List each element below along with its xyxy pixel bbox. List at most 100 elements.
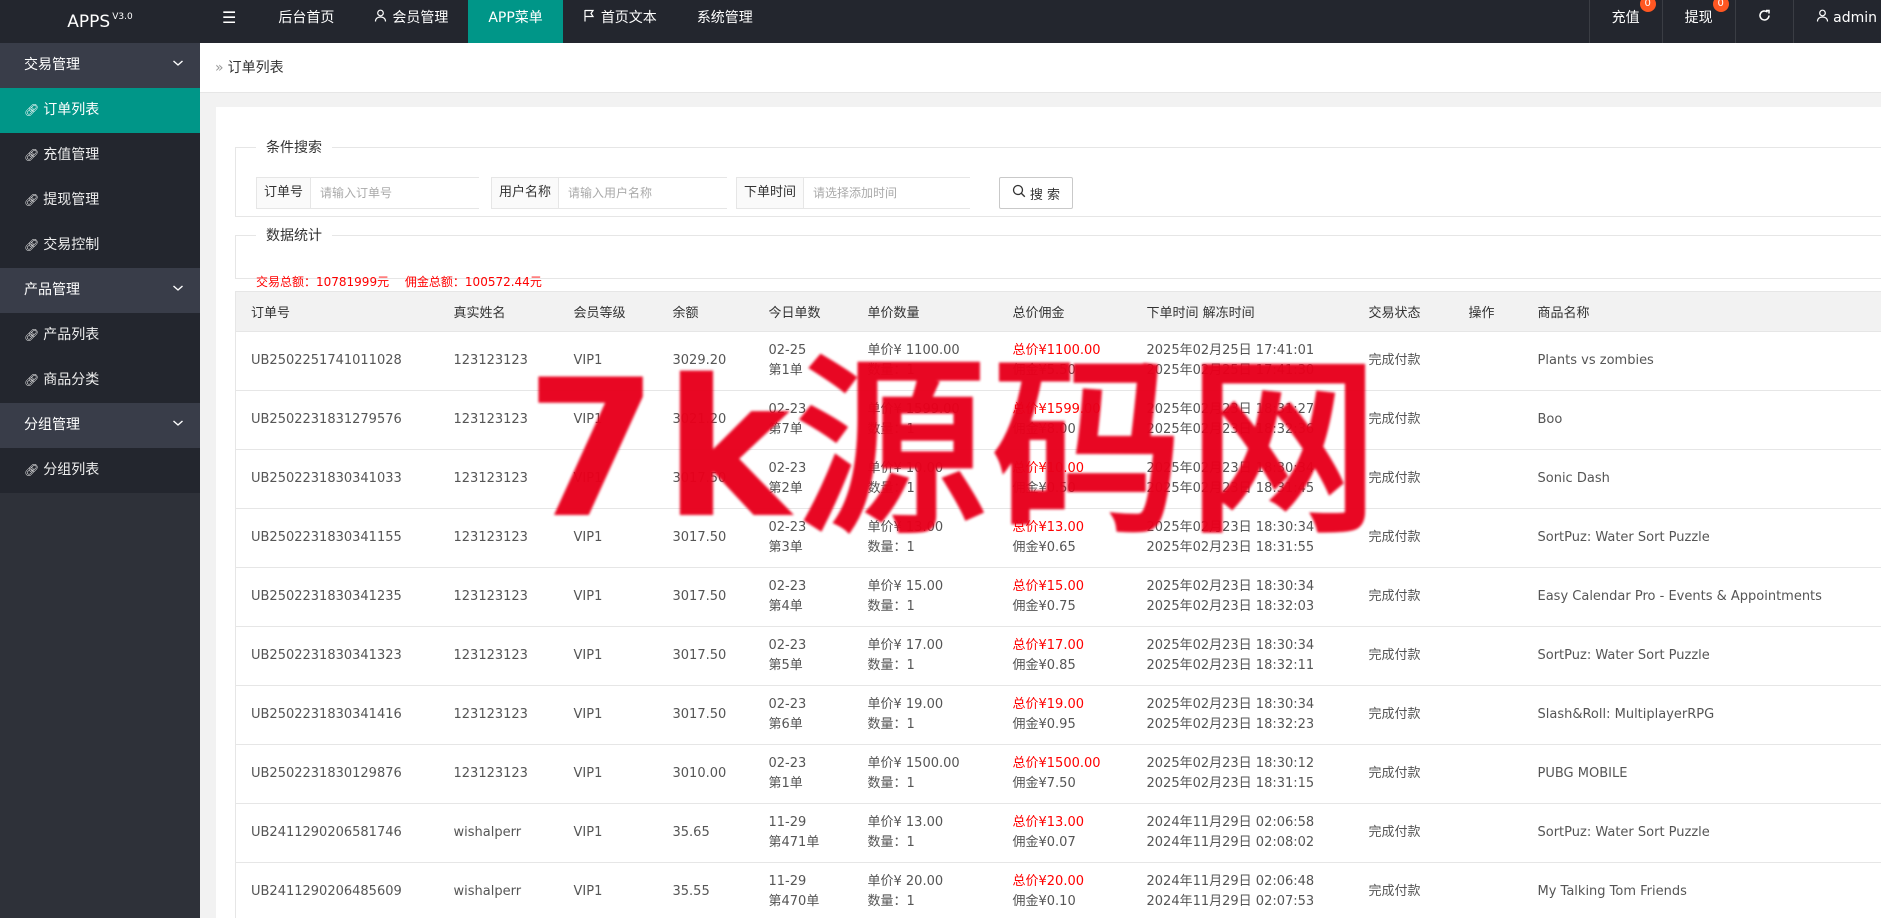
nav-system[interactable]: 系统管理 xyxy=(677,0,773,43)
table-row[interactable]: UB2502231830341033 123123123 VIP1 3017.50 02… xyxy=(235,449,1881,509)
table-cell: wishalperr xyxy=(438,803,559,863)
nav-members-label: 会员管理 xyxy=(392,10,449,26)
table-cell: 123123123 xyxy=(438,626,559,686)
sidebar-item-recharge[interactable]: 🔗︎ 充值管理 xyxy=(0,133,200,178)
order-day: 02-23 xyxy=(768,461,807,476)
order-count: 第5单 xyxy=(768,658,803,673)
table-row[interactable]: UB2502231830129876 123123123 VIP1 3010.00 02… xyxy=(235,744,1881,804)
column-header: 订单号 xyxy=(235,291,439,332)
order-day: 02-23 xyxy=(768,756,807,771)
total-price: 总价¥10.00 xyxy=(1012,461,1085,476)
nav-home-text-label: 首页文本 xyxy=(600,10,657,26)
user-menu-icon xyxy=(1816,9,1833,26)
order-number: UB2502251741011028 xyxy=(251,353,402,368)
search-button[interactable]: 搜 索 xyxy=(999,177,1073,209)
table-cell: 35.55 xyxy=(657,862,754,918)
order-number-input[interactable] xyxy=(311,178,480,208)
table-row[interactable]: UB2411290206485609 wishalperr VIP1 35.55 11-… xyxy=(235,862,1881,918)
table-row[interactable]: UB2502231830341416 123123123 VIP1 3017.50 02… xyxy=(235,685,1881,745)
commission: 佣金¥0.85 xyxy=(1012,658,1076,673)
sidebar-item-product-list[interactable]: 🔗︎ 产品列表 xyxy=(0,313,200,358)
nav-app-menu[interactable]: APP菜单 xyxy=(468,0,563,43)
order-count: 第1单 xyxy=(768,363,803,378)
quantity: 数量：1 xyxy=(867,422,915,437)
table-row[interactable]: UB2502231831279576 123123123 VIP1 3021.20 02… xyxy=(235,390,1881,450)
sidebar-item-withdraw[interactable]: 🔗︎ 提现管理 xyxy=(0,178,200,223)
recharge-button[interactable]: 充值 0 xyxy=(1588,0,1662,43)
order-number: UB2502231830341155 xyxy=(251,530,402,545)
table-cell: 完成付款 xyxy=(1353,390,1454,450)
table-cell: Sonic Dash xyxy=(1522,449,1881,509)
total-price: 总价¥1100.00 xyxy=(1012,343,1101,358)
link-icon: 🔗︎ xyxy=(24,238,40,252)
table-cell: 单价¥ 1100.00 数量：1 xyxy=(852,331,998,391)
table-row[interactable]: UB2502251741011028 123123123 VIP1 3029.20 02… xyxy=(235,331,1881,391)
member-level: VIP1 xyxy=(573,412,603,427)
total-price: 总价¥13.00 xyxy=(1012,520,1085,535)
commission: 佣金¥0.95 xyxy=(1012,717,1076,732)
username-input[interactable] xyxy=(559,178,728,208)
logo[interactable]: APPS V3.0 xyxy=(0,0,200,43)
table-cell: VIP1 xyxy=(558,862,658,918)
nav-home-label: 后台首页 xyxy=(278,10,335,26)
column-header: 今日单数 xyxy=(753,291,853,332)
username-field: 用户名称 xyxy=(491,177,728,209)
column-header: 操作 xyxy=(1453,291,1523,332)
order-day: 11-29 xyxy=(768,874,807,889)
sidebar-group-product[interactable]: 产品管理 xyxy=(0,268,200,313)
table-cell: SortPuz: Water Sort Puzzle xyxy=(1522,803,1881,863)
unfreeze-time: 2025年02月23日 18:32:03 xyxy=(1146,599,1315,614)
table-cell: 单价¥ 17.00 数量：1 xyxy=(852,626,998,686)
table-cell: 02-23 第7单 xyxy=(753,390,853,450)
table-cell: 2025年02月25日 17:41:01 2025年02月25日 17:41:30 xyxy=(1131,331,1354,391)
sidebar-item-order-list[interactable]: 🔗︎ 订单列表 xyxy=(0,88,200,133)
column-header: 下单时间 解冻时间 xyxy=(1131,291,1354,332)
table-cell: 总价¥1500.00 佣金¥7.50 xyxy=(997,744,1132,804)
sidebar-group-label: 分组管理 xyxy=(24,417,80,433)
table-row[interactable]: UB2502231830341155 123123123 VIP1 3017.50 02… xyxy=(235,508,1881,568)
user-menu[interactable]: admin xyxy=(1792,0,1881,43)
refresh-button[interactable] xyxy=(1734,0,1793,43)
commission-total: 佣金总额：100572.44元 xyxy=(404,275,542,289)
order-number: UB2411290206581746 xyxy=(251,825,402,840)
table-cell: 完成付款 xyxy=(1353,803,1454,863)
nav-members[interactable]: 会员管理 xyxy=(354,0,468,43)
breadcrumb-current: 订单列表 xyxy=(227,60,284,76)
table-cell: Easy Calendar Pro - Events & Appointment… xyxy=(1522,567,1881,627)
trade-status: 完成付款 xyxy=(1368,412,1421,427)
unit-price: 单价¥ 1100.00 xyxy=(867,343,960,358)
table-cell xyxy=(1453,862,1523,918)
member-level: VIP1 xyxy=(573,884,603,899)
table-cell: 2025年02月23日 18:30:34 2025年02月23日 18:32:11 xyxy=(1131,626,1354,686)
unfreeze-time: 2025年02月23日 18:32:23 xyxy=(1146,717,1315,732)
table-row[interactable]: UB2502231830341235 123123123 VIP1 3017.50 02… xyxy=(235,567,1881,627)
order-time-field: 下单时间 xyxy=(736,177,973,209)
nav-home-text[interactable]: 首页文本 xyxy=(563,0,677,43)
unit-price: 单价¥ 20.00 xyxy=(867,874,944,889)
sidebar-group-trade[interactable]: 交易管理 xyxy=(0,43,200,88)
table-cell xyxy=(1453,803,1523,863)
real-name: 123123123 xyxy=(453,766,528,781)
table-cell: 单价¥ 15.00 数量：1 xyxy=(852,567,998,627)
sidebar-group-label: 交易管理 xyxy=(24,57,80,73)
unfreeze-time: 2025年02月23日 18:31:45 xyxy=(1146,481,1315,496)
quantity: 数量：1 xyxy=(867,894,915,909)
table-cell: 单价¥ 13.00 数量：1 xyxy=(852,508,998,568)
nav-app-menu-label: APP菜单 xyxy=(488,10,543,26)
balance: 3017.50 xyxy=(672,471,727,486)
sidebar-item-category[interactable]: 🔗︎ 商品分类 xyxy=(0,358,200,403)
table-row[interactable]: UB2411290206581746 wishalperr VIP1 35.65 11-… xyxy=(235,803,1881,863)
top-right-actions: 充值 0 提现 0 admin xyxy=(1588,0,1881,43)
sidebar-item-trade-control[interactable]: 🔗︎ 交易控制 xyxy=(0,223,200,268)
sidebar-group-group[interactable]: 分组管理 xyxy=(0,403,200,448)
order-time-input[interactable] xyxy=(804,178,973,208)
table-row[interactable]: UB2502231830341323 123123123 VIP1 3017.50 02… xyxy=(235,626,1881,686)
table-cell: 完成付款 xyxy=(1353,567,1454,627)
withdraw-button[interactable]: 提现 0 xyxy=(1661,0,1735,43)
menu-toggle-button[interactable]: ☰ xyxy=(200,0,258,43)
table-cell: 3017.50 xyxy=(657,626,754,686)
table-cell: UB2502231830341235 xyxy=(235,567,439,627)
nav-home[interactable]: 后台首页 xyxy=(258,0,354,43)
sidebar-item-group-list[interactable]: 🔗︎ 分组列表 xyxy=(0,448,200,493)
chevron-down-icon xyxy=(172,43,184,88)
